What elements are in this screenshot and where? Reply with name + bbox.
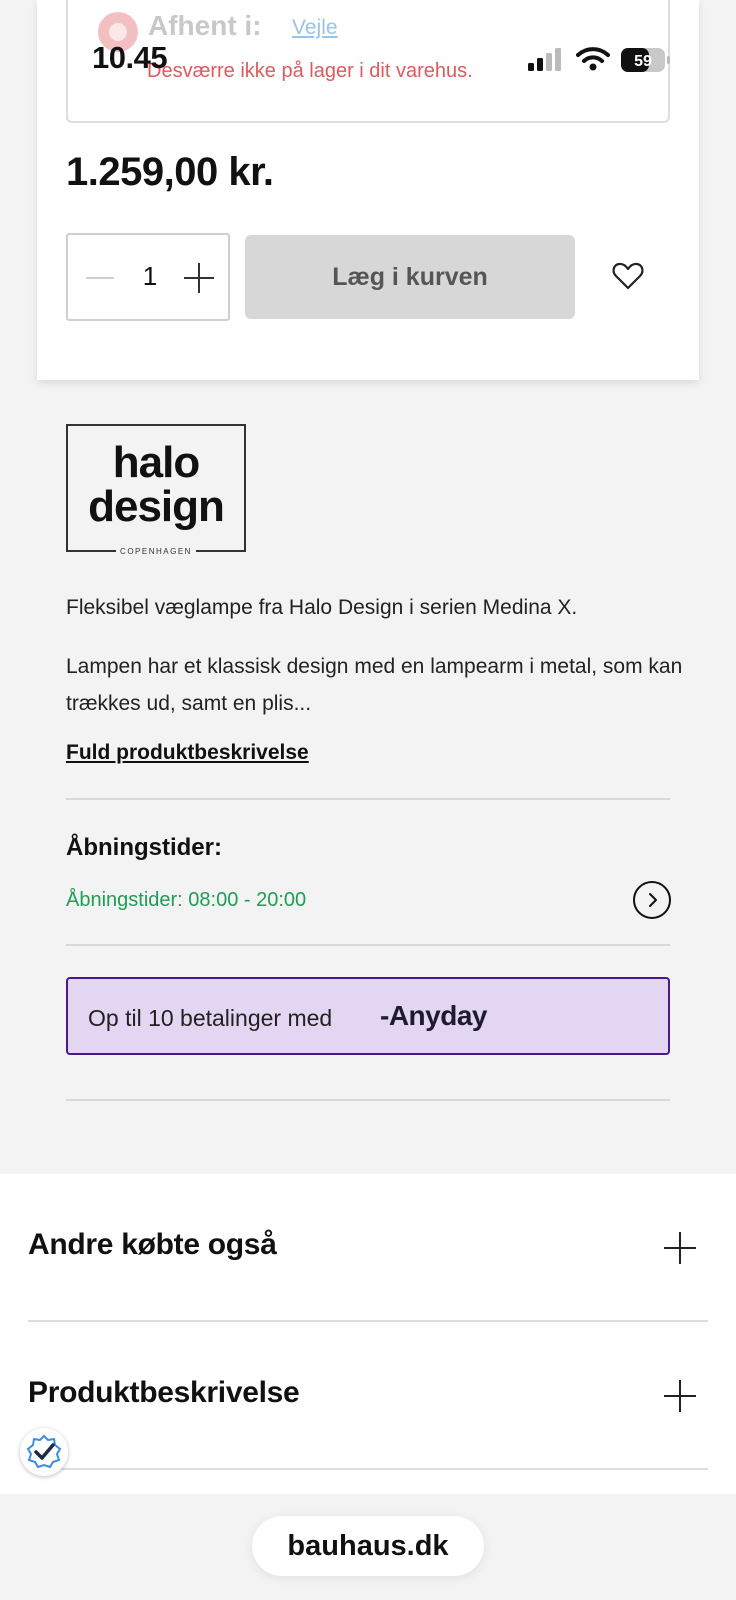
url-pill[interactable]: bauhaus.dk bbox=[252, 1516, 484, 1576]
brand-logo-city: COPENHAGEN bbox=[68, 547, 244, 556]
opening-hours-title: Åbningstider: bbox=[66, 834, 222, 861]
brand-logo-line1: halo bbox=[112, 438, 200, 487]
full-description-link[interactable]: Fuld produktbeskrivelse bbox=[66, 741, 309, 765]
description-short: Fleksibel væglampe fra Halo Design i ser… bbox=[66, 596, 578, 619]
quantity-increase-button[interactable] bbox=[184, 263, 214, 293]
anyday-dash-icon: - bbox=[380, 1000, 389, 1031]
accordion-title-other-bought[interactable]: Andre købte også bbox=[28, 1228, 277, 1262]
anyday-logo-text: Anyday bbox=[388, 1000, 488, 1031]
add-to-cart-button[interactable]: Læg i kurven bbox=[245, 235, 575, 319]
divider bbox=[66, 944, 670, 946]
browser-address-bar: bauhaus.dk bbox=[0, 1494, 736, 1600]
accordion-divider bbox=[28, 1320, 708, 1322]
divider bbox=[66, 1099, 670, 1101]
accordion-divider bbox=[28, 1468, 708, 1470]
wishlist-heart-icon[interactable] bbox=[610, 258, 646, 294]
divider bbox=[66, 798, 670, 800]
expand-plus-icon[interactable] bbox=[664, 1232, 696, 1264]
product-price: 1.259,00 kr. bbox=[66, 150, 274, 194]
opening-hours-value: Åbningstider: 08:00 - 20:00 bbox=[66, 889, 307, 911]
description-long: Lampen har et klassisk design med en lam… bbox=[66, 655, 683, 715]
brand-logo[interactable]: halo design COPENHAGEN bbox=[66, 424, 246, 556]
accordion-section: Andre købte også Produktbeskrivelse bbox=[0, 1174, 736, 1494]
battery-level: 59 bbox=[634, 53, 652, 70]
status-bar: 10.45 59 bbox=[0, 0, 736, 110]
status-time: 10.45 bbox=[92, 40, 168, 75]
brand-logo-city-text: COPENHAGEN bbox=[116, 547, 196, 556]
anyday-payment-banner[interactable]: Op til 10 betalinger med -Anyday bbox=[66, 977, 670, 1055]
trust-badge-icon[interactable] bbox=[20, 1428, 68, 1476]
anyday-text: Op til 10 betalinger med bbox=[88, 1005, 333, 1031]
anyday-logo: -Anyday bbox=[380, 1000, 487, 1032]
accordion-title-product-description[interactable]: Produktbeskrivelse bbox=[28, 1376, 300, 1410]
battery-icon: 59 bbox=[620, 47, 672, 73]
chevron-right-icon[interactable] bbox=[633, 881, 671, 919]
expand-plus-icon[interactable] bbox=[664, 1380, 696, 1412]
brand-logo-line2: design bbox=[88, 482, 225, 531]
wifi-icon bbox=[576, 46, 610, 72]
cellular-signal-icon bbox=[528, 48, 564, 72]
quantity-stepper: 1 bbox=[66, 233, 230, 321]
